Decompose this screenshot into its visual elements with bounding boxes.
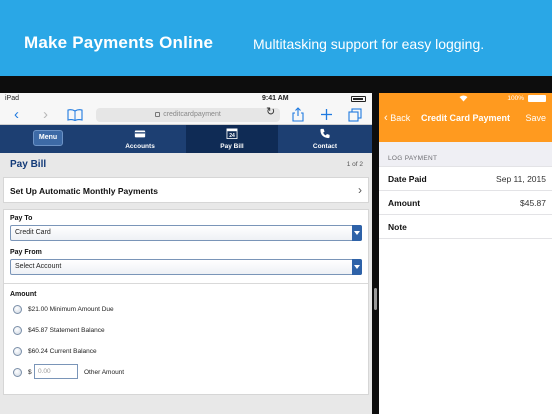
bookmarks-icon[interactable] <box>67 109 83 121</box>
note-row[interactable]: Note <box>379 214 552 238</box>
tab-contact[interactable]: Contact <box>278 125 372 153</box>
page-content: Pay Bill 1 of 2 Set Up Automatic Monthly… <box>0 153 372 395</box>
new-tab-icon[interactable] <box>320 108 333 121</box>
page-header: Pay Bill 1 of 2 <box>3 153 369 177</box>
radio-button[interactable] <box>13 347 22 356</box>
safari-pane: iPad 9:41 AM ‹ › creditcardpayment ↻ Men… <box>0 93 372 414</box>
status-time: 9:41 AM <box>262 95 289 102</box>
amount-row[interactable]: Amount $45.87 <box>379 190 552 214</box>
page-indicator: 1 of 2 <box>346 161 363 168</box>
dollar-prefix: $ <box>28 369 32 376</box>
carrier-label: iPad <box>5 95 20 102</box>
safari-toolbar: ‹ › creditcardpayment ↻ <box>0 105 372 125</box>
divider <box>4 283 368 284</box>
wifi-icon <box>459 95 468 102</box>
dropdown-arrow-icon <box>352 259 362 275</box>
nav-title: Credit Card Payment <box>421 113 511 123</box>
banner-subtitle: Multitasking support for easy logging. <box>253 36 485 52</box>
page-title: Pay Bill <box>10 159 47 170</box>
save-button[interactable]: Save <box>525 113 546 123</box>
amount-option-label: $60.24 Current Balance <box>28 348 97 355</box>
field-label: Amount <box>388 198 421 208</box>
field-value: Sep 11, 2015 <box>496 174 546 184</box>
back-label: Back <box>390 113 411 123</box>
field-label: Note <box>388 222 407 232</box>
radio-button[interactable] <box>13 368 22 377</box>
pay-from-select[interactable]: Select Account <box>10 259 362 275</box>
promo-banner: Make Payments Online Multitasking suppor… <box>0 0 552 76</box>
autopay-row[interactable]: Set Up Automatic Monthly Payments › <box>3 177 369 203</box>
amount-option-label: $21.00 Minimum Amount Due <box>28 306 114 313</box>
radio-button[interactable] <box>13 326 22 335</box>
share-icon[interactable] <box>292 107 304 122</box>
battery-icon <box>528 95 546 102</box>
status-bar: 100% <box>379 93 552 105</box>
empty-list-area <box>379 238 552 414</box>
chevron-left-icon: ‹ <box>384 112 388 124</box>
phone-icon <box>320 128 330 139</box>
amount-option-statement[interactable]: $45.87 Statement Balance <box>10 322 362 343</box>
other-amount-input[interactable]: 0.00 <box>34 364 78 379</box>
dropdown-arrow-icon <box>352 225 362 241</box>
chevron-right-icon: › <box>358 183 362 197</box>
other-amount-label: Other Amount <box>84 369 125 376</box>
calendar-day: 24 <box>229 133 235 139</box>
payment-form: Pay To Credit Card Pay From Select Accou… <box>3 209 369 395</box>
amount-option-label: $45.87 Statement Balance <box>28 327 105 334</box>
autopay-label: Set Up Automatic Monthly Payments <box>10 186 158 196</box>
tabs-overview-icon[interactable] <box>348 108 362 122</box>
url-text: creditcardpayment <box>163 111 221 118</box>
amount-option-current[interactable]: $60.24 Current Balance <box>10 343 362 364</box>
menu-button[interactable]: Menu <box>33 130 63 146</box>
back-arrow-icon[interactable]: ‹ <box>14 106 19 123</box>
amount-option-minimum[interactable]: $21.00 Minimum Amount Due <box>10 301 362 322</box>
amount-label: Amount <box>10 291 37 298</box>
field-label: Date Paid <box>388 174 427 184</box>
tab-contact-label: Contact <box>312 143 338 150</box>
split-drag-handle[interactable] <box>374 288 377 310</box>
log-payment-pane: 100% ‹ Back Credit Card Payment Save LOG… <box>379 93 552 414</box>
radio-button[interactable] <box>13 305 22 314</box>
back-button[interactable]: ‹ Back <box>384 112 410 124</box>
tab-paybill-label: Pay Bill <box>220 143 244 150</box>
forward-arrow-icon[interactable]: › <box>43 106 48 123</box>
tab-accounts-label: Accounts <box>125 143 155 150</box>
date-paid-row[interactable]: Date Paid Sep 11, 2015 <box>379 166 552 190</box>
banner-title: Make Payments Online <box>24 33 214 52</box>
section-header: LOG PAYMENT <box>388 155 438 162</box>
calendar-icon: 24 <box>226 128 238 139</box>
amount-option-other[interactable]: $ 0.00 Other Amount <box>10 364 362 385</box>
field-value: $45.87 <box>520 198 546 208</box>
split-view-divider <box>372 93 379 414</box>
pay-to-value: Credit Card <box>15 229 51 236</box>
card-icon <box>134 130 146 138</box>
url-field[interactable]: creditcardpayment <box>96 108 280 122</box>
pay-to-label: Pay To <box>10 215 33 222</box>
tab-accounts[interactable]: Accounts <box>94 125 186 153</box>
status-bar: iPad 9:41 AM <box>0 93 372 105</box>
battery-icon <box>351 96 366 102</box>
bank-tab-bar: Menu Accounts 24 Pay Bill Contact <box>0 125 372 153</box>
tab-paybill[interactable]: 24 Pay Bill <box>186 125 278 153</box>
battery-percent: 100% <box>507 95 524 102</box>
pay-to-select[interactable]: Credit Card <box>10 225 362 241</box>
nav-bar: ‹ Back Credit Card Payment Save <box>379 105 552 142</box>
pay-from-label: Pay From <box>10 249 42 256</box>
tab-menu: Menu <box>0 125 94 153</box>
pay-from-value: Select Account <box>15 263 62 270</box>
lock-icon <box>155 111 161 117</box>
